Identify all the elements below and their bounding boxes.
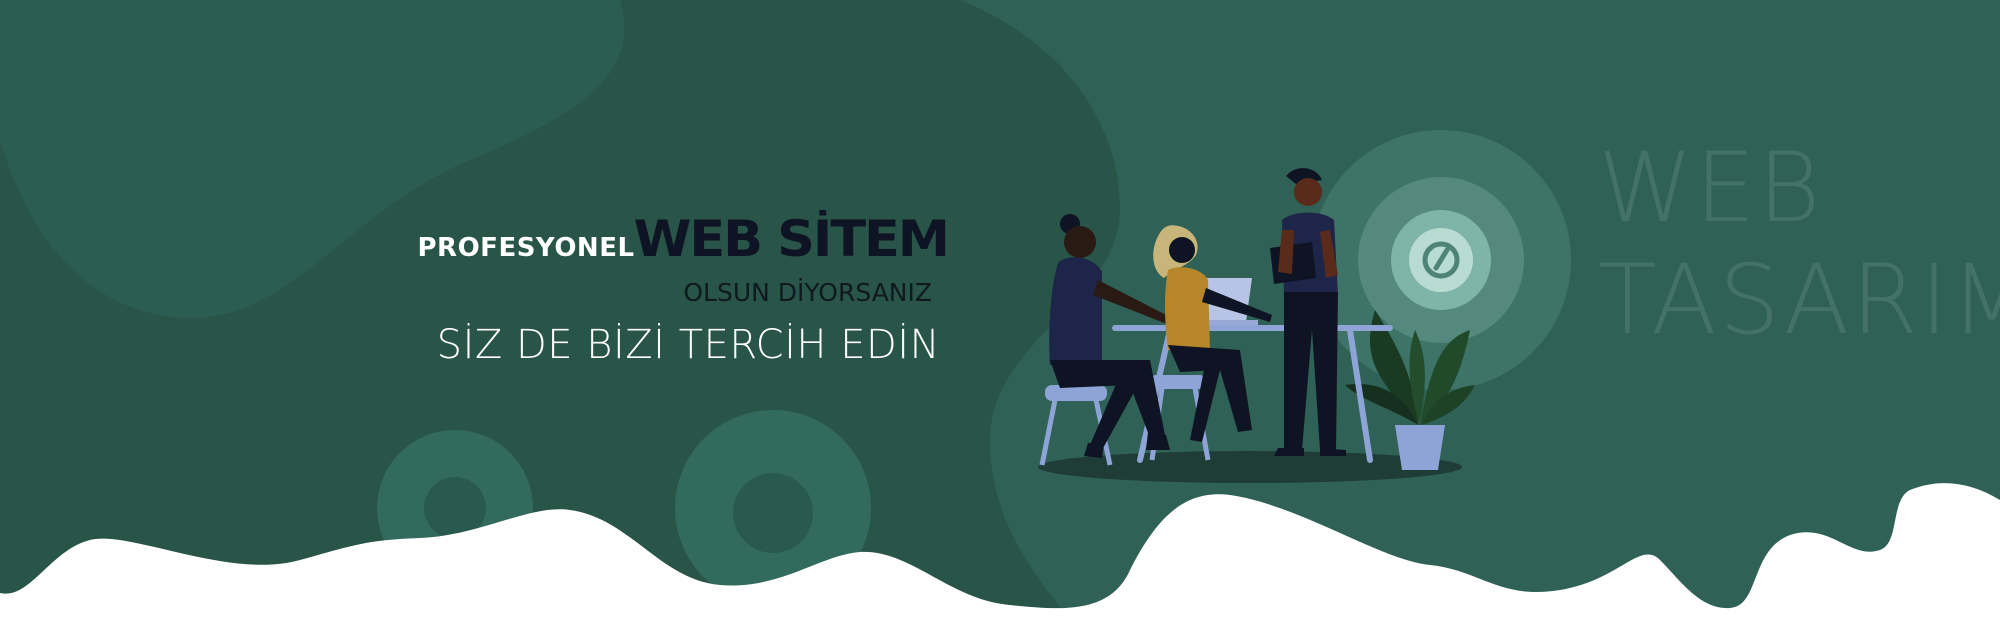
call-to-action-text: SİZ DE BİZİ TERCİH EDİN [436,322,940,368]
team-illustration [1038,168,1475,483]
watermark-line-2: TASARIM [1598,244,2000,356]
person-seated-left [1049,214,1170,458]
headline: PROFESYONELWEB SİTEM [417,210,950,268]
subheadline: OLSUN DİYORSANIZ [683,278,932,307]
headline-big: WEB SİTEM [633,210,950,268]
person-standing [1270,168,1346,456]
person-seated-middle [1153,225,1272,442]
headline-small: PROFESYONEL [417,233,635,263]
hero-banner: PROFESYONELWEB SİTEM OLSUN DİYORSANIZ Sİ… [0,0,2000,635]
watermark-line-1: WEB [1598,132,1823,244]
watermark-text: WEB TASARIM [1598,132,2000,356]
plant-icon [1345,310,1475,470]
